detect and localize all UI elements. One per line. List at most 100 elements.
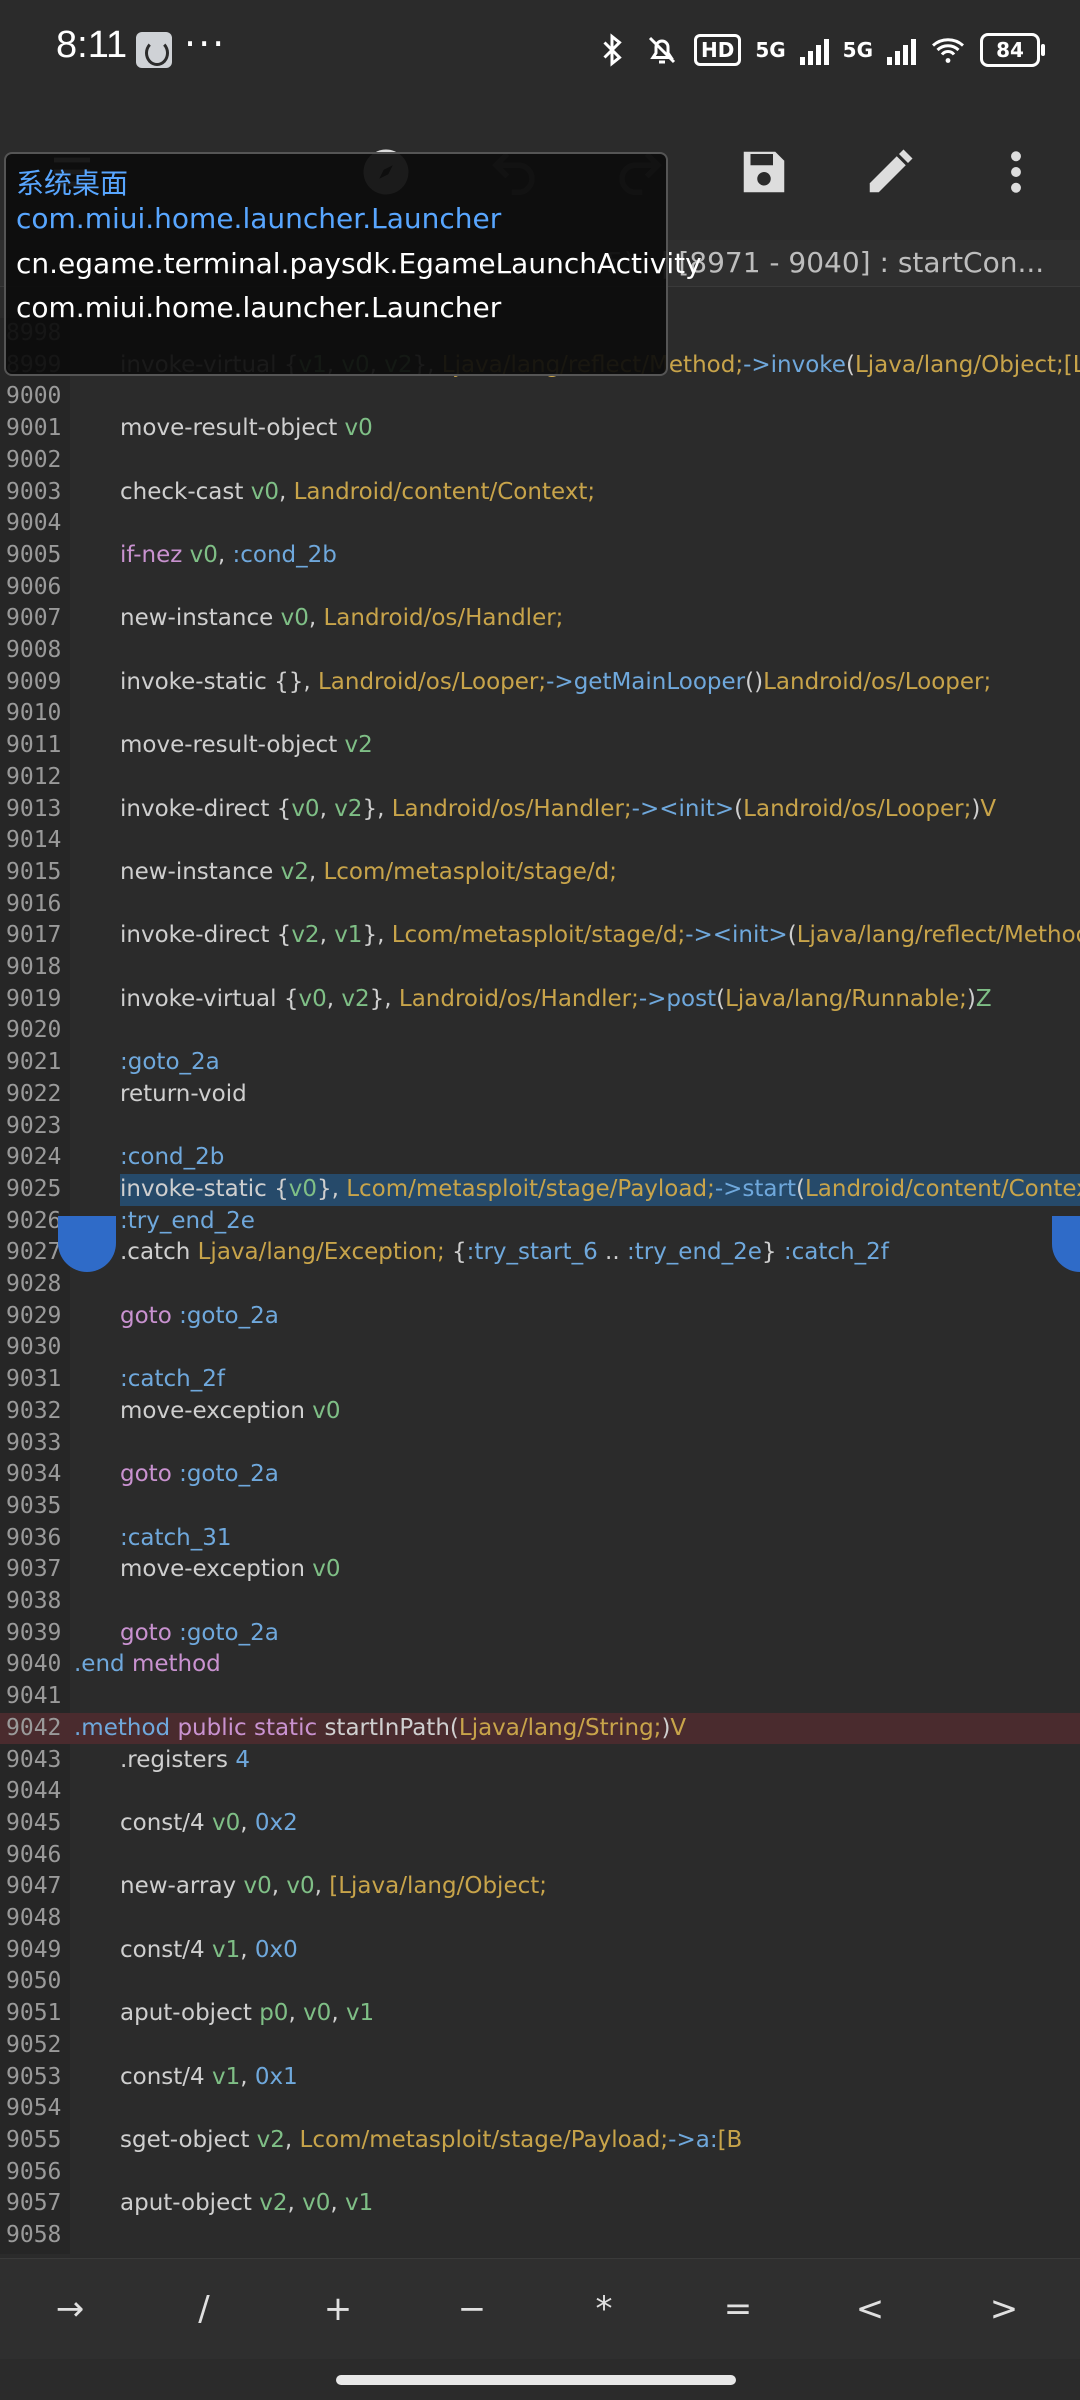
code-text[interactable]: aput-object v2, v0, v1 [120, 2188, 373, 2220]
code-line[interactable]: 9000 [0, 381, 1080, 413]
code-line[interactable]: 9055 sget-object v2, Lcom/metasploit/stag… [0, 2125, 1080, 2157]
code-text[interactable]: goto :goto_2a [120, 1301, 279, 1333]
key-equals[interactable]: = [698, 2279, 778, 2339]
code-line[interactable]: 9013 invoke-direct {v0, v2}, Landroid/os/… [0, 794, 1080, 826]
code-text[interactable]: invoke-virtual {v0, v2}, Landroid/os/Han… [120, 984, 992, 1016]
code-line[interactable]: 9024:cond_2b [0, 1142, 1080, 1174]
code-line[interactable]: 9036:catch_31 [0, 1523, 1080, 1555]
gesture-nav-bar[interactable] [336, 2375, 736, 2385]
key-asterisk[interactable]: * [564, 2279, 644, 2339]
key-plus[interactable]: + [298, 2279, 378, 2339]
code-line[interactable]: 9054 [0, 2093, 1080, 2125]
key-greater-than[interactable]: > [964, 2279, 1044, 2339]
code-text[interactable]: const/4 v0, 0x2 [120, 1808, 298, 1840]
code-line[interactable]: 9006 [0, 572, 1080, 604]
code-line[interactable]: 9037 move-exception v0 [0, 1554, 1080, 1586]
code-line[interactable]: 9027 .catch Ljava/lang/Exception; {:try_s… [0, 1237, 1080, 1269]
popup-item[interactable]: com.miui.home.launcher.Launcher [16, 202, 501, 235]
code-text[interactable]: new-instance v0, Landroid/os/Handler; [120, 603, 563, 635]
code-text[interactable]: const/4 v1, 0x0 [120, 1935, 298, 1967]
code-line[interactable]: 9011 move-result-object v2 [0, 730, 1080, 762]
code-line[interactable]: 9005 if-nez v0, :cond_2b [0, 540, 1080, 572]
code-text[interactable]: move-result-object v0 [120, 413, 373, 445]
code-line[interactable]: 9019 invoke-virtual {v0, v2}, Landroid/os… [0, 984, 1080, 1016]
code-line[interactable]: 9033 [0, 1428, 1080, 1460]
code-text[interactable]: goto :goto_2a [120, 1459, 279, 1491]
code-line[interactable]: 9052 [0, 2030, 1080, 2062]
code-line[interactable]: 9043 .registers 4 [0, 1745, 1080, 1777]
code-line[interactable]: 9025 invoke-static {v0}, Lcom/metasploit/… [0, 1173, 1080, 1206]
code-line[interactable]: 9014 [0, 825, 1080, 857]
code-line[interactable]: 9038 [0, 1586, 1080, 1618]
code-text[interactable]: new-instance v2, Lcom/metasploit/stage/d… [120, 857, 617, 889]
code-line[interactable]: 9032 move-exception v0 [0, 1396, 1080, 1428]
code-line[interactable]: 9018 [0, 952, 1080, 984]
code-line[interactable]: 9021:goto_2a [0, 1047, 1080, 1079]
code-text[interactable]: :catch_31 [120, 1523, 232, 1555]
code-line[interactable]: 9039 goto :goto_2a [0, 1618, 1080, 1650]
code-line[interactable]: 9012 [0, 762, 1080, 794]
code-text[interactable]: sget-object v2, Lcom/metasploit/stage/Pa… [120, 2125, 742, 2157]
code-line[interactable]: 9022 return-void [0, 1079, 1080, 1111]
code-line[interactable]: 9003 check-cast v0, Landroid/content/Cont… [0, 477, 1080, 509]
code-text[interactable]: invoke-static {}, Landroid/os/Looper;->g… [120, 667, 991, 699]
code-text[interactable]: :goto_2a [120, 1047, 220, 1079]
code-line[interactable]: 9034 goto :goto_2a [0, 1459, 1080, 1491]
popup-item[interactable]: com.miui.home.launcher.Launcher [16, 291, 501, 324]
code-line[interactable]: 9051 aput-object p0, v0, v1 [0, 1998, 1080, 2030]
code-line[interactable]: 9026:try_end_2e [0, 1206, 1080, 1238]
code-text[interactable]: if-nez v0, :cond_2b [120, 540, 337, 572]
save-button[interactable] [728, 136, 800, 208]
code-text[interactable]: .method public static startInPath(Ljava/… [74, 1713, 686, 1745]
code-line[interactable]: 9044 [0, 1776, 1080, 1808]
code-text[interactable]: .end method [74, 1649, 221, 1681]
code-text[interactable]: const/4 v1, 0x1 [120, 2062, 298, 2094]
code-line[interactable]: 9053 const/4 v1, 0x1 [0, 2062, 1080, 2094]
key-minus[interactable]: − [432, 2279, 512, 2339]
code-line[interactable]: 9057 aput-object v2, v0, v1 [0, 2188, 1080, 2220]
code-line[interactable]: 9058 [0, 2220, 1080, 2252]
code-line[interactable]: 9029 goto :goto_2a [0, 1301, 1080, 1333]
code-line[interactable]: 9017 invoke-direct {v2, v1}, Lcom/metaspl… [0, 920, 1080, 952]
code-line[interactable]: 9015 new-instance v2, Lcom/metasploit/sta… [0, 857, 1080, 889]
code-line[interactable]: 9041 [0, 1681, 1080, 1713]
code-line[interactable]: 9040 .end method [0, 1649, 1080, 1681]
code-text[interactable]: .registers 4 [120, 1745, 250, 1777]
code-text[interactable]: invoke-direct {v2, v1}, Lcom/metasploit/… [120, 920, 1080, 952]
code-line[interactable]: 9047 new-array v0, v0, [Ljava/lang/Object… [0, 1871, 1080, 1903]
code-line[interactable]: 9050 [0, 1966, 1080, 1998]
code-text[interactable]: move-exception v0 [120, 1554, 341, 1586]
code-line[interactable]: 9045 const/4 v0, 0x2 [0, 1808, 1080, 1840]
code-text[interactable]: move-exception v0 [120, 1396, 341, 1428]
code-line[interactable]: 9046 [0, 1840, 1080, 1872]
code-line[interactable]: 9009 invoke-static {}, Landroid/os/Looper… [0, 667, 1080, 699]
code-text[interactable]: move-result-object v2 [120, 730, 373, 762]
code-text[interactable]: new-array v0, v0, [Ljava/lang/Object; [120, 1871, 547, 1903]
code-line[interactable]: 9035 [0, 1491, 1080, 1523]
code-line[interactable]: 9030 [0, 1332, 1080, 1364]
code-line[interactable]: 9020 [0, 1015, 1080, 1047]
popup-item[interactable]: cn.egame.terminal.paysdk.EgameLaunchActi… [16, 247, 702, 280]
code-text[interactable]: :catch_2f [120, 1364, 225, 1396]
code-line[interactable]: 9007 new-instance v0, Landroid/os/Handler… [0, 603, 1080, 635]
code-line[interactable]: 9048 [0, 1903, 1080, 1935]
more-options-button[interactable] [980, 136, 1052, 208]
code-text[interactable]: :try_end_2e [120, 1206, 255, 1238]
code-text[interactable]: invoke-static {v0}, Lcom/metasploit/stag… [120, 1173, 1080, 1206]
edit-button[interactable] [854, 136, 926, 208]
key-slash[interactable]: / [164, 2279, 244, 2339]
code-line[interactable]: 9049 const/4 v1, 0x0 [0, 1935, 1080, 1967]
code-text[interactable]: .catch Ljava/lang/Exception; {:try_start… [120, 1237, 889, 1269]
code-line[interactable]: 9010 [0, 698, 1080, 730]
code-editor[interactable]: 89988999invoke-virtual {v1, v0, v2}, Lja… [0, 318, 1080, 2254]
code-line[interactable]: 9056 [0, 2157, 1080, 2189]
code-line[interactable]: 9002 [0, 445, 1080, 477]
code-line[interactable]: 9008 [0, 635, 1080, 667]
code-text[interactable]: :cond_2b [120, 1142, 224, 1174]
code-line[interactable]: 9042 .method public static startInPath(Lj… [0, 1712, 1080, 1745]
code-line[interactable]: 9001 move-result-object v0 [0, 413, 1080, 445]
tab-method-range[interactable]: | [8971 - 9040] : startCon... [660, 246, 1044, 279]
code-line[interactable]: 9016 [0, 889, 1080, 921]
code-text[interactable]: return-void [120, 1079, 247, 1111]
key-arrow-right[interactable]: → [30, 2279, 110, 2339]
